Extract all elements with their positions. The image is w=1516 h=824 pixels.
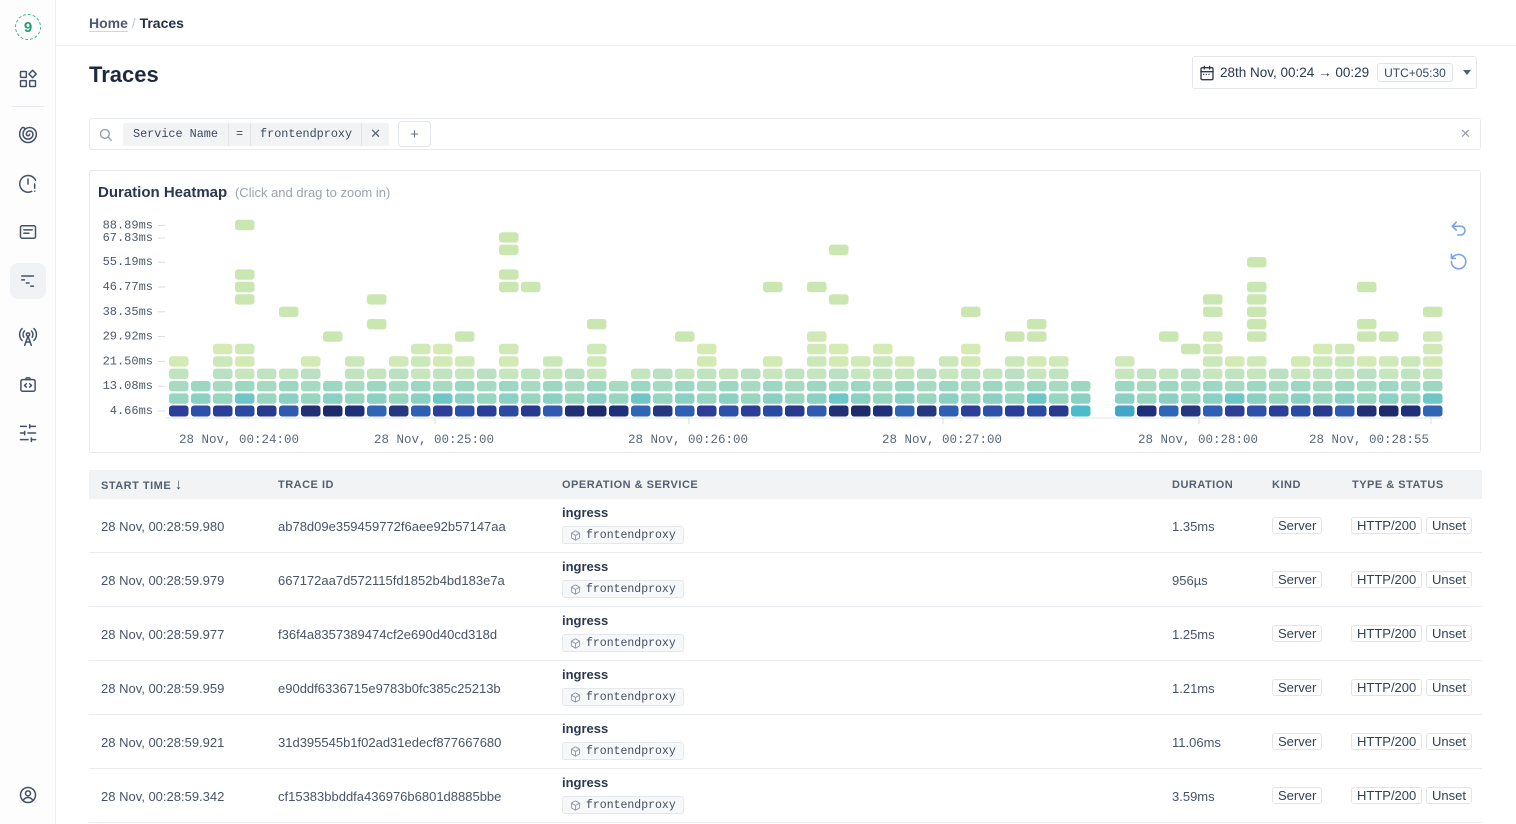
svg-text:55.19ms: 55.19ms [103, 255, 153, 269]
svg-text:28 Nov, 00:28:00: 28 Nov, 00:28:00 [1138, 433, 1258, 447]
svg-text:29.92ms: 29.92ms [103, 330, 153, 344]
svg-text:67.83ms: 67.83ms [103, 231, 153, 245]
svg-text:4.66ms: 4.66ms [110, 404, 153, 418]
svg-text:28 Nov, 00:26:00: 28 Nov, 00:26:00 [628, 433, 748, 447]
svg-text:28 Nov, 00:27:00: 28 Nov, 00:27:00 [882, 433, 1002, 447]
svg-text:46.77ms: 46.77ms [103, 280, 153, 294]
svg-text:28 Nov, 00:28:55: 28 Nov, 00:28:55 [1309, 433, 1429, 447]
svg-text:21.50ms: 21.50ms [103, 354, 153, 368]
svg-text:38.35ms: 38.35ms [103, 305, 153, 319]
svg-text:28 Nov, 00:25:00: 28 Nov, 00:25:00 [374, 433, 494, 447]
svg-text:13.08ms: 13.08ms [103, 379, 153, 393]
svg-text:28 Nov, 00:24:00: 28 Nov, 00:24:00 [179, 433, 299, 447]
